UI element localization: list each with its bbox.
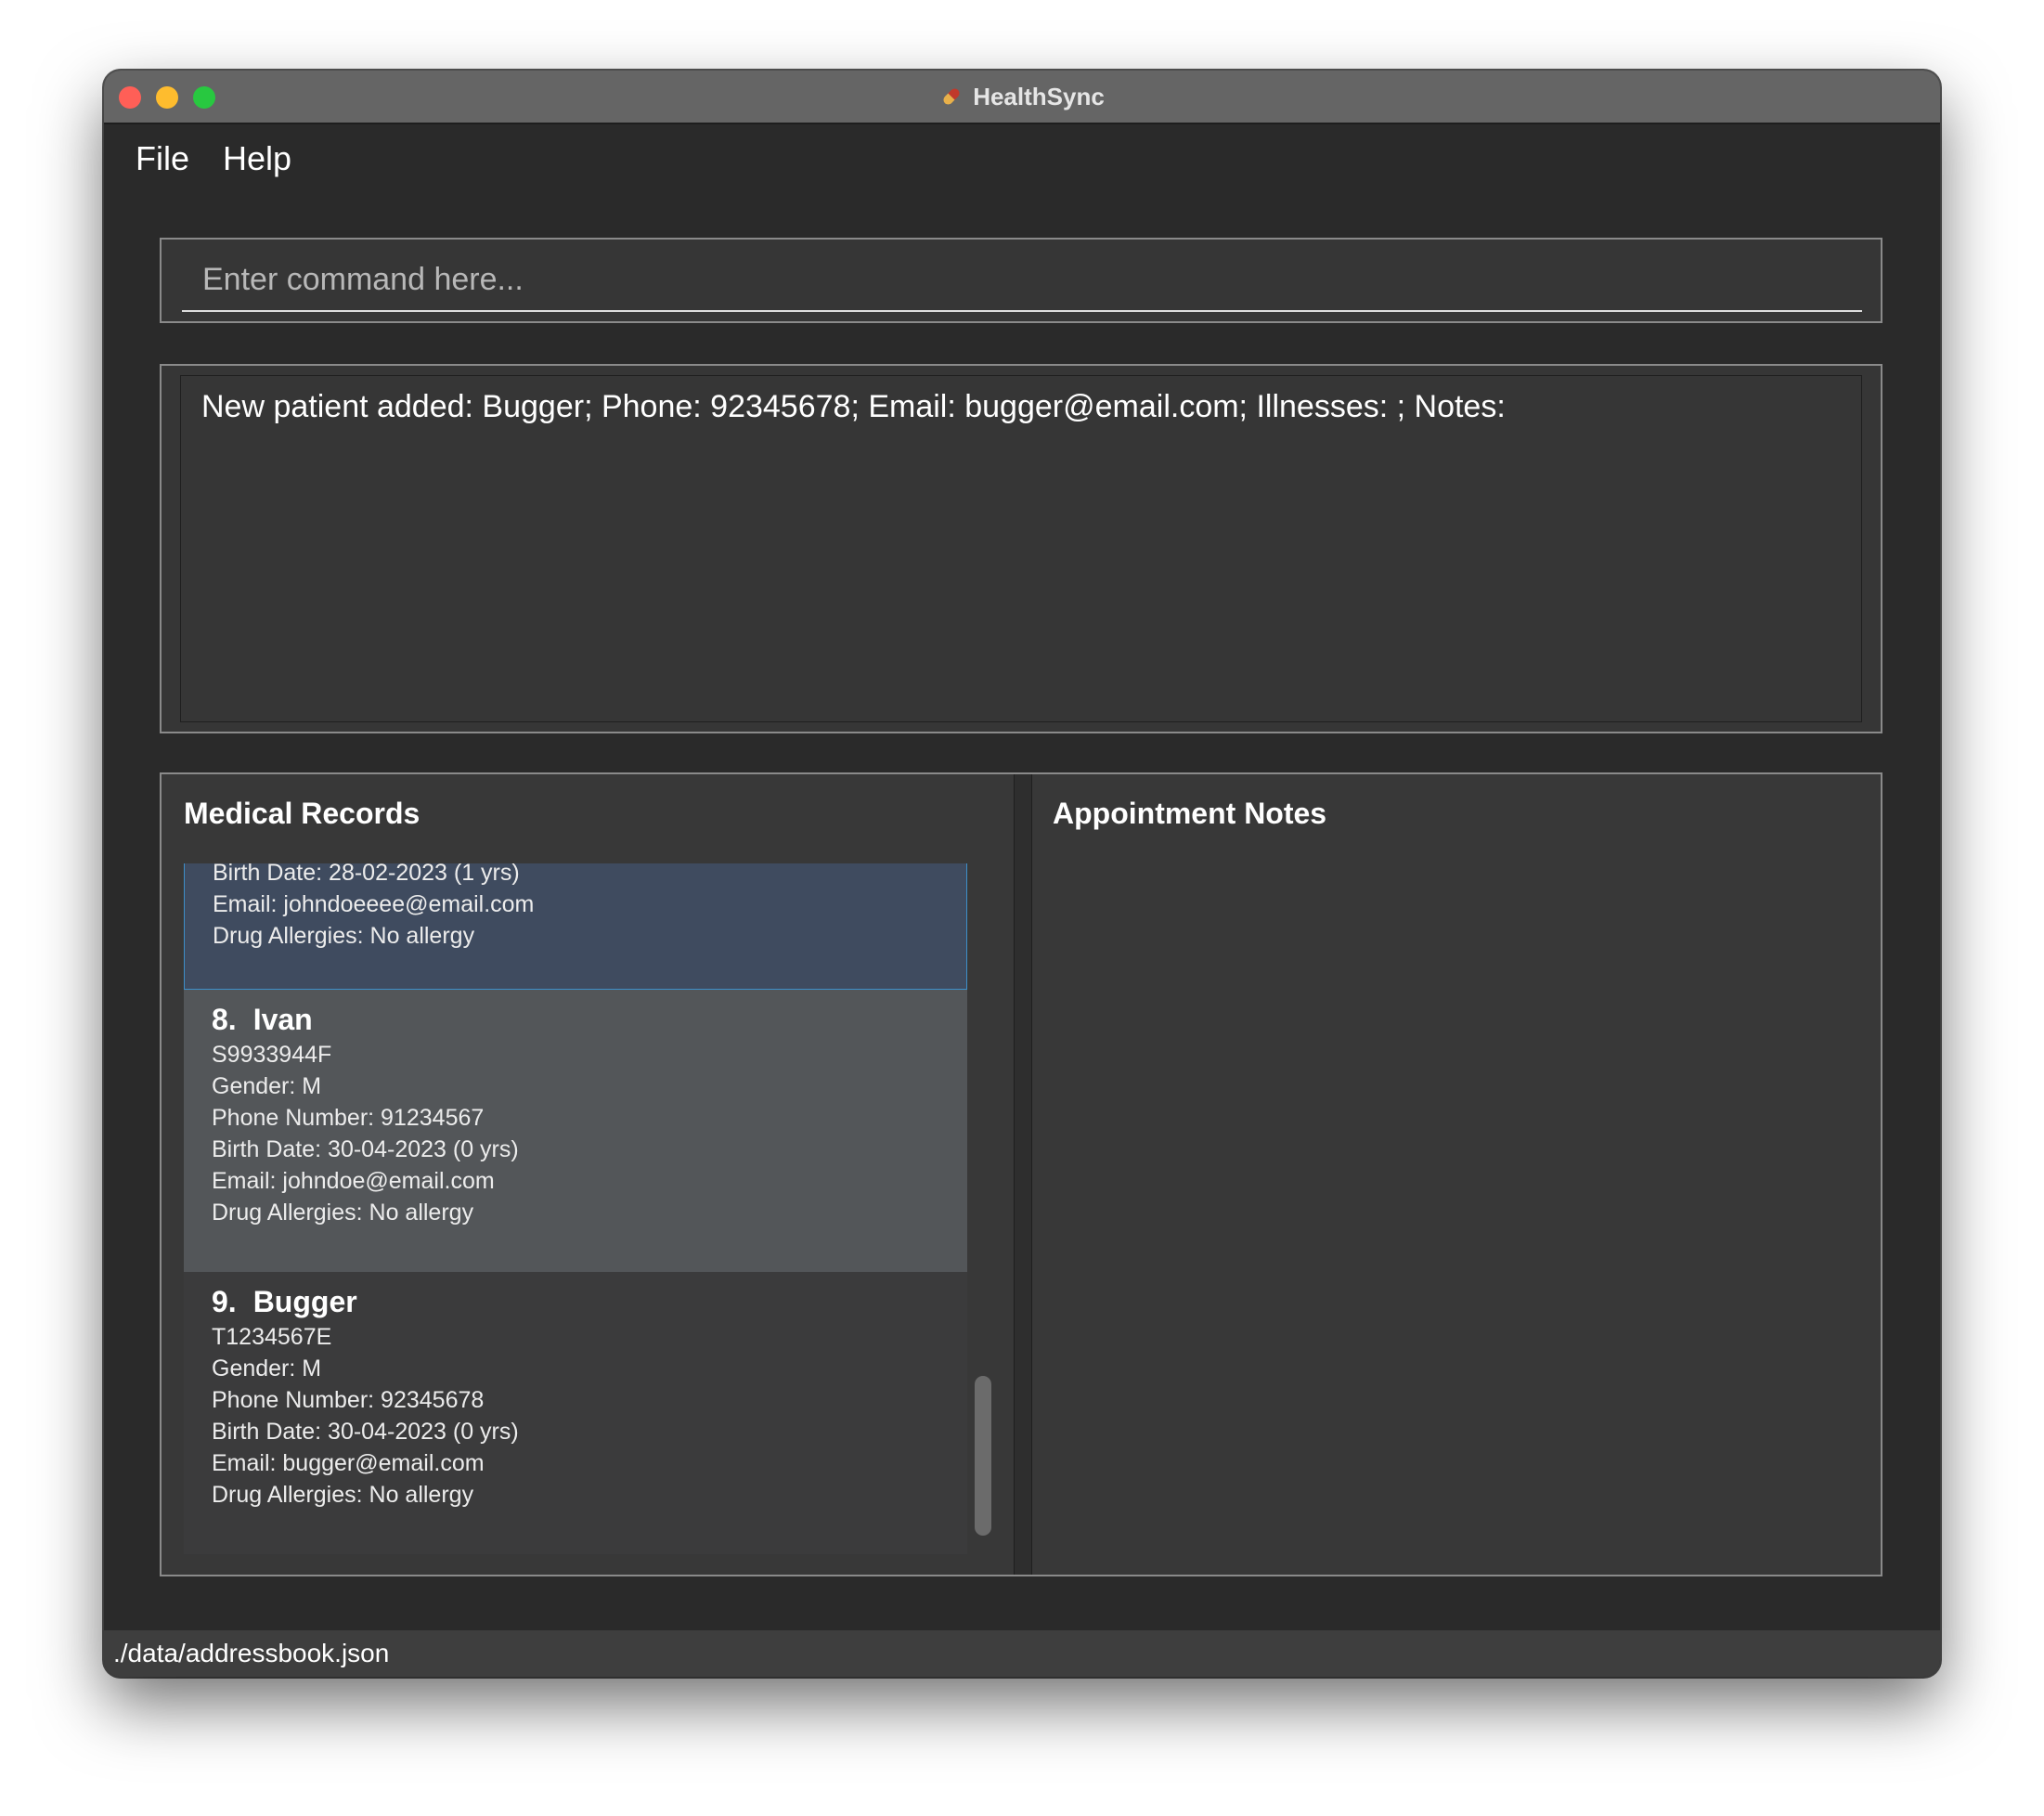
menu-help[interactable]: Help [223,139,291,178]
card-allergies: Drug Allergies: No allergy [212,1482,474,1508]
card-gender: Gender: M [212,1073,322,1099]
result-display[interactable]: New patient added: Bugger; Phone: 923456… [180,375,1862,722]
appointment-notes-panel[interactable] [1053,858,1860,1545]
card-phone: Phone Number: 91234567 [212,1105,485,1131]
appointment-notes-title: Appointment Notes [1053,797,1327,830]
title-bar[interactable]: HealthSync [104,71,1940,124]
medical-records-list[interactable]: Birth Date: 28-02-2023 (1 yrs) Email: jo… [184,863,967,1554]
card-phone: Phone Number: 92345678 [212,1387,485,1413]
card-title: 9. Bugger [212,1285,939,1319]
card-index: 8. [212,1003,237,1036]
card-gender: Gender: M [212,1356,322,1381]
menu-bar: File Help [104,124,1940,195]
card-email: Email: bugger@email.com [212,1450,485,1476]
card-nric: T1234567E [212,1324,332,1350]
card-birth-date: Birth Date: 30-04-2023 (0 yrs) [212,1419,519,1445]
app-window: HealthSync File Help New patient added: … [104,71,1940,1677]
result-display-box: New patient added: Bugger; Phone: 923456… [160,364,1882,733]
card-index: 9. [212,1285,237,1318]
card-patient-name: Ivan [252,1003,313,1036]
card-email: Email: johndoe@email.com [212,1168,495,1194]
card-email: Email: johndoeeee@email.com [213,891,535,917]
status-bar: ./data/addressbook.json [104,1630,1940,1677]
card-birth-date: Birth Date: 30-04-2023 (0 yrs) [212,1136,519,1162]
card-birth-date: Birth Date: 28-02-2023 (1 yrs) [213,863,520,886]
medical-records-title: Medical Records [184,797,420,830]
card-nric: S9933944F [212,1042,332,1068]
card-allergies: Drug Allergies: No allergy [213,923,475,949]
pill-icon [939,84,964,109]
patient-card[interactable]: 8. Ivan S9933944F Gender: M Phone Number:… [184,990,967,1272]
command-input[interactable] [182,249,1862,312]
card-allergies: Drug Allergies: No allergy [212,1200,474,1226]
save-file-path: ./data/addressbook.json [113,1639,390,1667]
patient-card[interactable]: 9. Bugger T1234567E Gender: M Phone Numbe… [184,1272,967,1554]
patient-card-selected[interactable]: Birth Date: 28-02-2023 (1 yrs) Email: jo… [184,863,967,990]
window-title: HealthSync [973,82,1105,110]
split-pane-divider[interactable] [1014,774,1032,1575]
menu-file[interactable]: File [136,139,189,178]
card-patient-name: Bugger [252,1285,357,1318]
card-title: 8. Ivan [212,1003,939,1037]
records-scrollbar-thumb[interactable] [975,1376,991,1536]
command-box [160,238,1882,323]
lists-panel: Medical Records Birth Date: 28-02-2023 (… [160,772,1882,1576]
window-title-group: HealthSync [104,71,1940,123]
